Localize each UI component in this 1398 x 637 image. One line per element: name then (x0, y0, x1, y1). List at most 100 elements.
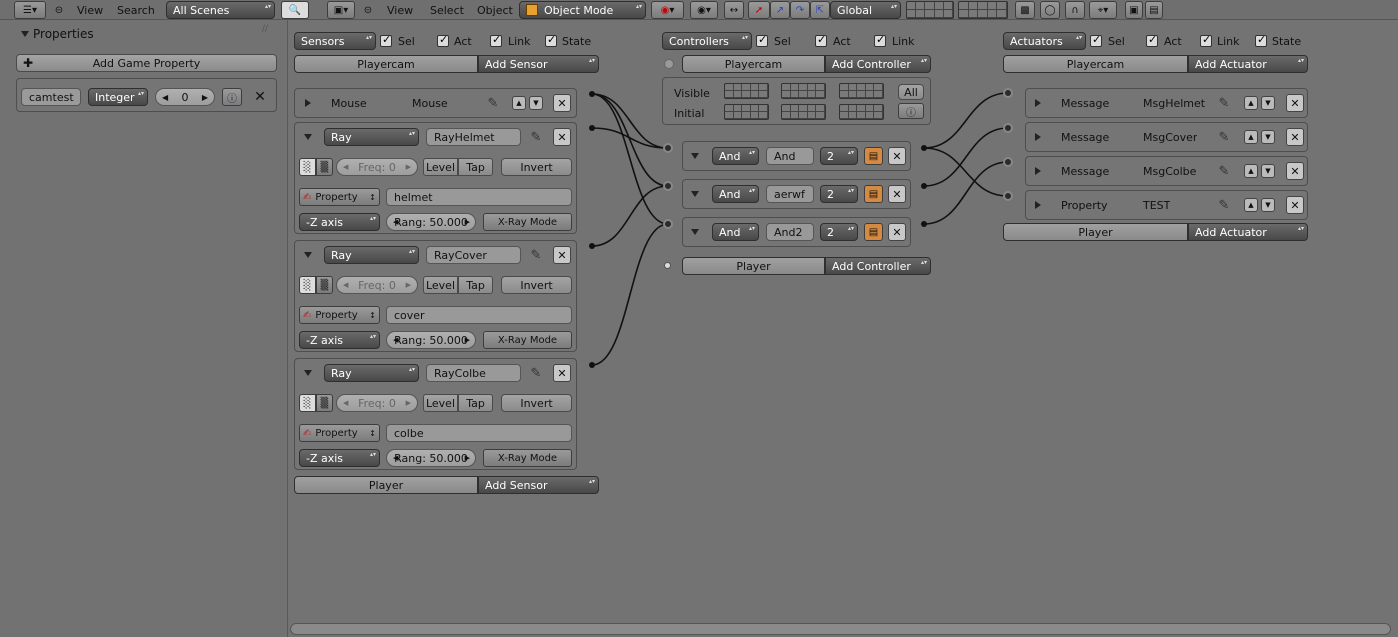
collapse-icon[interactable] (691, 191, 699, 197)
sensors-object-player[interactable]: Player (294, 476, 478, 494)
collapse-icon[interactable] (304, 134, 312, 140)
move-up-button[interactable]: ▲ (1244, 198, 1258, 212)
add-controller-player-select[interactable]: Add Controller (825, 257, 931, 275)
pin-icon[interactable]: ✎ (484, 94, 502, 112)
pin-icon[interactable]: ✎ (527, 246, 545, 264)
delete-sensor-button[interactable]: ✕ (553, 94, 571, 112)
controllers-menu[interactable]: Controllers (662, 32, 752, 50)
pin-icon[interactable]: ✎ (1215, 162, 1233, 180)
level-button[interactable]: Level (423, 394, 458, 412)
expand-icon[interactable] (1035, 99, 1041, 107)
translate-manipulator-button[interactable]: ↗ (770, 1, 790, 19)
level-button[interactable]: Level (423, 158, 458, 176)
sensor-output-socket[interactable] (589, 243, 595, 249)
actuators-sel-checkbox[interactable] (1090, 33, 1102, 47)
controllers-object-player[interactable]: Player (682, 257, 825, 275)
actuator-input-socket[interactable] (1003, 157, 1013, 167)
move-down-button[interactable]: ▼ (529, 96, 543, 110)
actuators-object-player[interactable]: Player (1003, 223, 1188, 241)
region-grip-icon[interactable]: ∕∕ (262, 24, 268, 34)
controller-state-select[interactable]: 2 (820, 147, 858, 165)
property-mode-select[interactable]: ✍ Property ↕ (299, 188, 380, 206)
actuators-menu[interactable]: Actuators (1003, 32, 1086, 50)
controller-state-select[interactable]: 2 (820, 185, 858, 203)
add-sensor-select[interactable]: Add Sensor (478, 55, 599, 73)
state-info-button[interactable]: ⓘ (898, 103, 924, 119)
delete-controller-button[interactable]: ✕ (888, 185, 906, 203)
properties-collapse-icon[interactable] (21, 31, 29, 37)
xray-mode-toggle[interactable]: X-Ray Mode (483, 449, 572, 467)
expand-icon[interactable] (1035, 167, 1041, 175)
initial-states-grid-3[interactable] (839, 104, 884, 120)
sensor-type-select[interactable]: Ray (324, 246, 419, 264)
add-actuator-player-select[interactable]: Add Actuator (1188, 223, 1308, 241)
invert-button[interactable]: Invert (501, 394, 572, 412)
controller-state-select[interactable]: 2 (820, 223, 858, 241)
move-down-button[interactable]: ▼ (1261, 96, 1275, 110)
controller-input-socket[interactable] (663, 181, 673, 191)
translate-toggle[interactable]: ➚ (748, 1, 770, 19)
controller-output-socket[interactable] (921, 145, 927, 151)
actuators-state-checkbox[interactable] (1255, 33, 1267, 47)
property-name-field[interactable]: camtest (21, 88, 81, 106)
frequency-field[interactable]: ◀ Freq: 0 ▶ (336, 158, 418, 176)
delete-actuator-button[interactable]: ✕ (1286, 196, 1304, 214)
sensors-menu[interactable]: Sensors (294, 32, 376, 50)
collapse-icon[interactable] (691, 229, 699, 235)
menu-view-3d[interactable]: View (387, 1, 413, 19)
controllers-sel-checkbox[interactable] (756, 33, 768, 47)
sensors-sel-checkbox[interactable] (380, 33, 392, 47)
actuator-input-socket[interactable] (1003, 88, 1013, 98)
axis-select[interactable]: -Z axis (299, 331, 380, 349)
controllers-act-checkbox[interactable] (815, 33, 827, 47)
controller-type-select[interactable]: And (712, 223, 759, 241)
increment-arrow-icon[interactable]: ▶ (202, 93, 208, 102)
controller-input-socket[interactable] (663, 143, 673, 153)
property-name-field[interactable]: cover (386, 306, 572, 324)
frequency-field[interactable]: ◀ Freq: 0 ▶ (336, 394, 418, 412)
axis-select[interactable]: -Z axis (299, 213, 380, 231)
controller-output-socket[interactable] (921, 221, 927, 227)
sensors-act-checkbox[interactable] (437, 33, 449, 47)
add-actuator-select[interactable]: Add Actuator (1188, 55, 1308, 73)
tap-button[interactable]: Tap (458, 276, 493, 294)
controllers-object-playercam[interactable]: Playercam (682, 55, 825, 73)
orientation-select[interactable]: Global (830, 1, 901, 19)
range-field[interactable]: ◀ Rang: 50.000 ▶ (386, 449, 476, 467)
expand-icon[interactable] (305, 99, 311, 107)
tap-button[interactable]: Tap (458, 158, 493, 176)
rotate-manipulator-button[interactable]: ↷ (790, 1, 810, 19)
render-animation-button[interactable]: ▤ (1145, 1, 1163, 19)
collapse-icon[interactable] (691, 153, 699, 159)
sensors-link-checkbox[interactable] (490, 33, 502, 47)
menu-object[interactable]: Object (477, 1, 513, 19)
layer-grid-1[interactable] (906, 1, 954, 19)
delete-actuator-button[interactable]: ✕ (1286, 128, 1304, 146)
controller-name-field[interactable]: And (766, 147, 814, 165)
decrement-arrow-icon[interactable]: ◀ (162, 93, 168, 102)
delete-actuator-button[interactable]: ✕ (1286, 162, 1304, 180)
pulse-true-button[interactable]: ░ (299, 394, 316, 412)
remove-property-button[interactable]: ✕ (251, 88, 269, 106)
mode-select[interactable]: Object Mode (519, 1, 646, 19)
visible-states-grid-1[interactable] (724, 83, 769, 99)
layer-grid-2[interactable] (958, 1, 1008, 19)
collapse-icon[interactable] (304, 252, 312, 258)
pulse-true-button[interactable]: ░ (299, 276, 316, 294)
editor-type-menu[interactable]: ☰▾ (14, 1, 46, 19)
menu-view[interactable]: View (77, 1, 103, 19)
move-up-button[interactable]: ▲ (1244, 164, 1258, 178)
delete-actuator-button[interactable]: ✕ (1286, 94, 1304, 112)
bookmark-toggle[interactable]: ▤ (864, 147, 883, 165)
actuator-input-socket[interactable] (1003, 191, 1013, 201)
pin-icon[interactable]: ✎ (1215, 128, 1233, 146)
sensor-name-field[interactable]: RayColbe (426, 364, 521, 382)
sensors-state-checkbox[interactable] (545, 33, 557, 47)
actuators-object-playercam[interactable]: Playercam (1003, 55, 1188, 73)
property-mode-select[interactable]: ✍ Property ↕ (299, 424, 380, 442)
initial-states-grid-1[interactable] (724, 104, 769, 120)
debug-property-button[interactable]: ⓘ (222, 88, 242, 106)
tap-button[interactable]: Tap (458, 394, 493, 412)
sensor-name-field[interactable]: RayCover (426, 246, 521, 264)
bookmark-toggle[interactable]: ▤ (864, 185, 883, 203)
